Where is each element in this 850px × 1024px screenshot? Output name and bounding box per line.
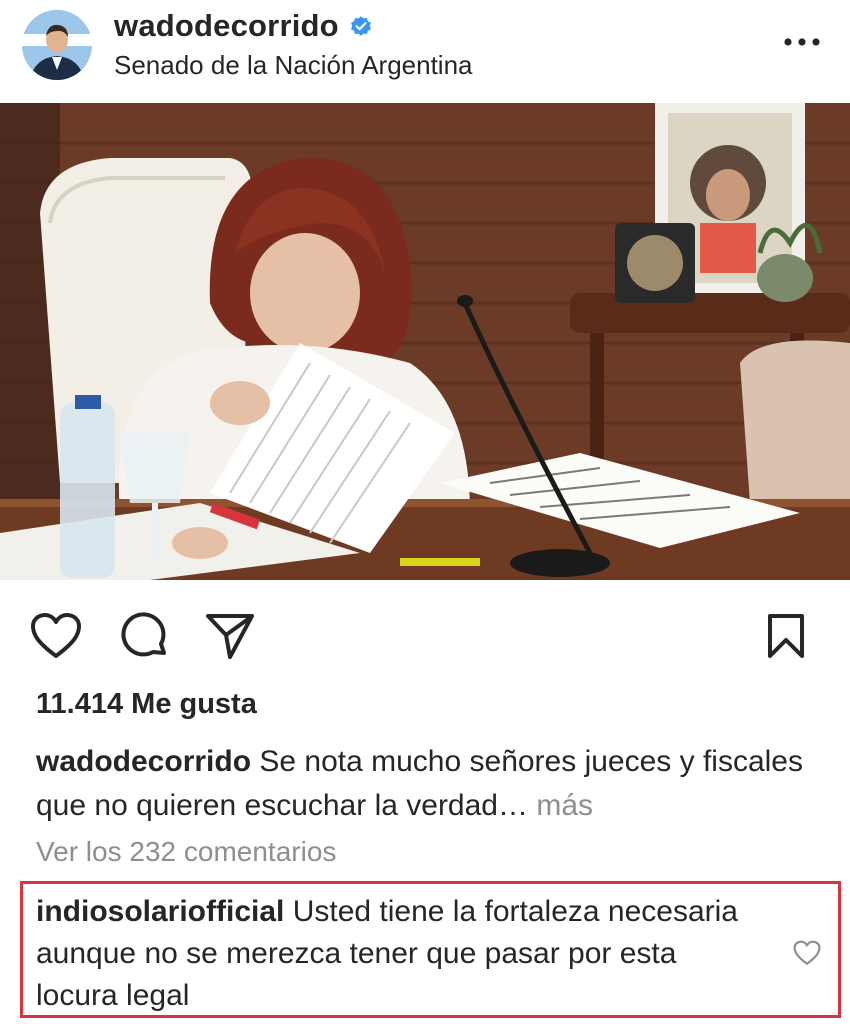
post-location[interactable]: Senado de la Nación Argentina bbox=[114, 50, 473, 81]
like-count[interactable]: 11.414 Me gusta bbox=[36, 688, 257, 721]
post-header: wadodecorrido Senado de la Nación Argent… bbox=[0, 0, 850, 100]
comment-item: indiosolariofficial Usted tiene la forta… bbox=[36, 891, 756, 1017]
post-photo[interactable] bbox=[0, 103, 850, 580]
username[interactable]: wadodecorrido bbox=[114, 8, 339, 44]
like-button[interactable] bbox=[28, 608, 84, 664]
bookmark-icon bbox=[768, 614, 804, 658]
caption-more-link[interactable]: más bbox=[536, 789, 593, 822]
comment-like-button[interactable] bbox=[790, 936, 824, 970]
heart-icon bbox=[31, 613, 81, 658]
small-heart-icon bbox=[793, 940, 821, 965]
instagram-post: wadodecorrido Senado de la Nación Argent… bbox=[0, 0, 850, 1024]
more-horizontal-icon bbox=[784, 38, 820, 46]
caption-username[interactable]: wadodecorrido bbox=[36, 745, 251, 778]
avatar[interactable] bbox=[22, 10, 92, 80]
save-button[interactable] bbox=[758, 608, 814, 664]
more-options-button[interactable] bbox=[778, 22, 826, 62]
send-icon bbox=[206, 614, 254, 659]
comment-username[interactable]: indiosolariofficial bbox=[36, 895, 284, 928]
post-caption: wadodecorrido Se nota mucho señores juec… bbox=[36, 740, 826, 828]
comment-button[interactable] bbox=[116, 608, 172, 664]
verified-badge-icon bbox=[350, 16, 371, 36]
username-row: wadodecorrido bbox=[114, 8, 373, 44]
comment-icon bbox=[121, 612, 166, 657]
view-all-comments-link[interactable]: Ver los 232 comentarios bbox=[36, 836, 336, 868]
action-bar bbox=[0, 600, 850, 670]
share-button[interactable] bbox=[202, 608, 258, 664]
